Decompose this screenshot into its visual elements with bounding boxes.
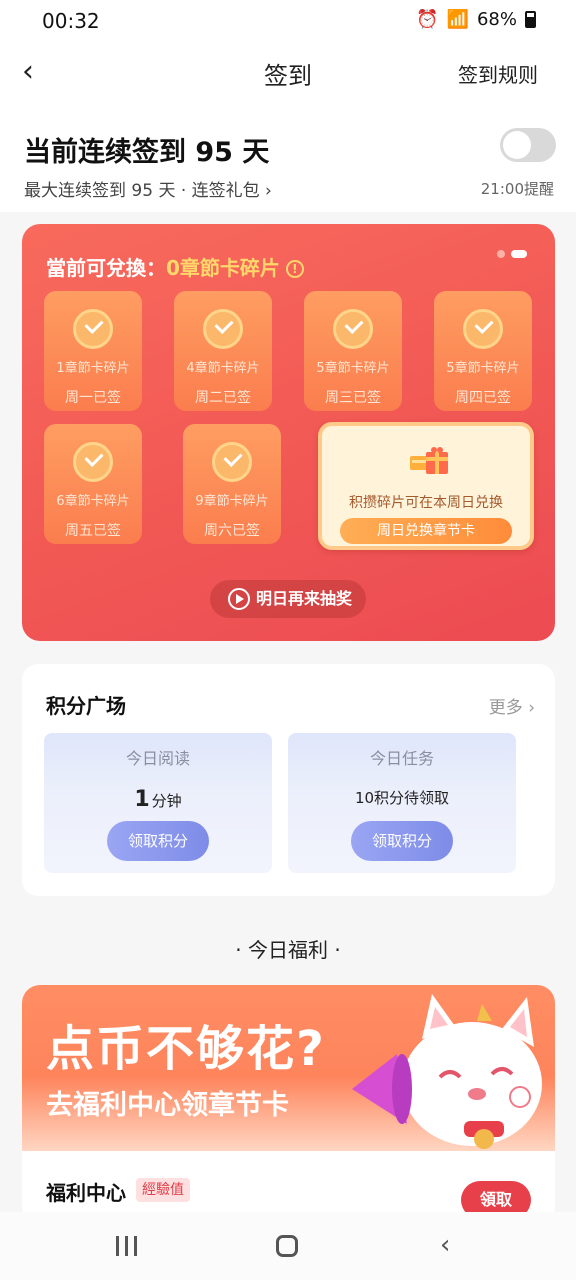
day-tile-wed: 5章節卡碎片 周三已签 <box>304 291 402 411</box>
tile-day: 周二已签 <box>195 390 251 406</box>
check-icon <box>333 309 373 349</box>
welfare-section-title: · 今日福利 · <box>235 938 341 962</box>
reading-value: 1 分钟 <box>44 787 272 812</box>
reading-minutes: 1 <box>134 787 150 812</box>
sign-rules-link[interactable]: 签到规则 <box>458 59 538 88</box>
battery-percent: 68% <box>476 9 517 30</box>
tasks-value: 10积分待领取 <box>354 789 450 807</box>
tasks-box: 今日任务 10积分待领取 领取积分 <box>288 733 516 873</box>
carousel-dot-active <box>511 250 527 258</box>
check-icon <box>212 442 252 482</box>
max-streak-link[interactable]: 最大连续签到 95 天 · 连签礼包 › <box>24 176 272 201</box>
carousel-dots <box>497 250 527 258</box>
lottery-button[interactable]: 明日再来抽奖 <box>210 580 366 618</box>
sunday-exchange-button[interactable]: 周日兑换章节卡 <box>340 518 512 544</box>
tile-day: 周一已签 <box>65 390 121 406</box>
tile-piece: 4章節卡碎片 <box>186 361 260 376</box>
day-tile-tue: 4章節卡碎片 周二已签 <box>174 291 272 411</box>
check-icon <box>203 309 243 349</box>
tasks-header: 今日任务 <box>369 749 434 768</box>
tile-day: 周五已签 <box>65 523 121 539</box>
sunday-message: 积攒碎片可在本周日兑换 <box>349 495 503 511</box>
welfare-center-title: 福利中心 <box>46 1181 126 1205</box>
check-icon <box>73 442 113 482</box>
status-bar: 00:32 ⏰ 📶 68% <box>0 0 576 42</box>
sunday-exchange-tile: 积攒碎片可在本周日兑换 周日兑换章节卡 <box>318 422 534 550</box>
wifi-icon: 📶 <box>446 9 469 30</box>
claim-reading-points-button[interactable]: 领取积分 <box>107 821 209 861</box>
reading-unit: 分钟 <box>151 792 182 810</box>
tile-piece: 5章節卡碎片 <box>316 361 390 376</box>
recent-apps-icon[interactable] <box>116 1236 138 1256</box>
status-icons: ⏰ 📶 68% <box>416 9 536 30</box>
check-icon <box>73 309 113 349</box>
reading-box: 今日阅读 1 分钟 领取积分 <box>44 733 272 873</box>
nav-bar: ‹ 签到 签到规则 <box>0 42 576 104</box>
points-plaza-card: 积分广场 更多 › 今日阅读 1 分钟 领取积分 今日任务 10积分待领取 领取积… <box>22 664 555 896</box>
cat-mascot-icon <box>352 994 542 1149</box>
sign-in-card: 當前可兌換：0章節卡碎片! 1章節卡碎片 周一已签 4章節卡碎片 周二已签 5章… <box>22 224 555 641</box>
lottery-label: 明日再来抽奖 <box>256 589 353 608</box>
tile-day: 周四已签 <box>455 390 511 406</box>
remind-time: 21:00提醒 <box>480 180 554 198</box>
battery-icon <box>525 11 536 28</box>
system-nav-bar: ‹ <box>0 1212 576 1280</box>
play-icon <box>228 588 250 610</box>
gift-icon <box>410 447 448 474</box>
exchange-label: 當前可兌換： <box>46 256 166 280</box>
reading-header: 今日阅读 <box>125 749 190 768</box>
banner-headline: 点币不够花? <box>46 1021 326 1077</box>
day-tile-mon: 1章節卡碎片 周一已签 <box>44 291 142 411</box>
home-icon[interactable] <box>276 1235 298 1257</box>
status-time: 00:32 <box>42 9 100 33</box>
system-back-icon[interactable]: ‹ <box>440 1230 450 1260</box>
tile-day: 周六已签 <box>204 523 260 539</box>
day-tile-thu: 5章節卡碎片 周四已签 <box>434 291 532 411</box>
info-icon[interactable]: ! <box>285 260 304 278</box>
exp-badge: 經驗值 <box>136 1178 190 1202</box>
points-title: 积分广场 <box>46 694 126 718</box>
carousel-dot <box>497 250 505 258</box>
tile-day: 周三已签 <box>325 390 381 406</box>
tile-piece: 1章節卡碎片 <box>56 361 130 376</box>
streak-text: 当前连续签到 95 天 <box>24 137 270 168</box>
banner-subline: 去福利中心领章节卡 <box>46 1090 289 1121</box>
streak-header: 当前连续签到 95 天 最大连续签到 95 天 · 连签礼包 › 21:00提醒 <box>0 104 576 212</box>
day-tile-fri: 6章節卡碎片 周五已签 <box>44 424 142 544</box>
alarm-icon: ⏰ <box>416 9 439 30</box>
more-link[interactable]: 更多 › <box>489 693 535 718</box>
welfare-banner-card[interactable]: 点币不够花? 去福利中心领章节卡 福利中心 經驗值 領取 <box>22 985 555 1225</box>
tile-piece: 6章節卡碎片 <box>56 494 130 509</box>
exchange-value: 0章節卡碎片 <box>166 256 280 280</box>
tile-piece: 9章節卡碎片 <box>195 494 269 509</box>
banner-art: 点币不够花? 去福利中心领章节卡 <box>22 985 555 1151</box>
claim-task-points-button[interactable]: 领取积分 <box>351 821 453 861</box>
tile-piece: 5章節卡碎片 <box>446 361 520 376</box>
exchange-heading: 當前可兌換：0章節卡碎片! <box>46 252 304 281</box>
check-icon <box>463 309 503 349</box>
day-tile-sat: 9章節卡碎片 周六已签 <box>183 424 281 544</box>
reminder-toggle[interactable] <box>500 128 556 162</box>
